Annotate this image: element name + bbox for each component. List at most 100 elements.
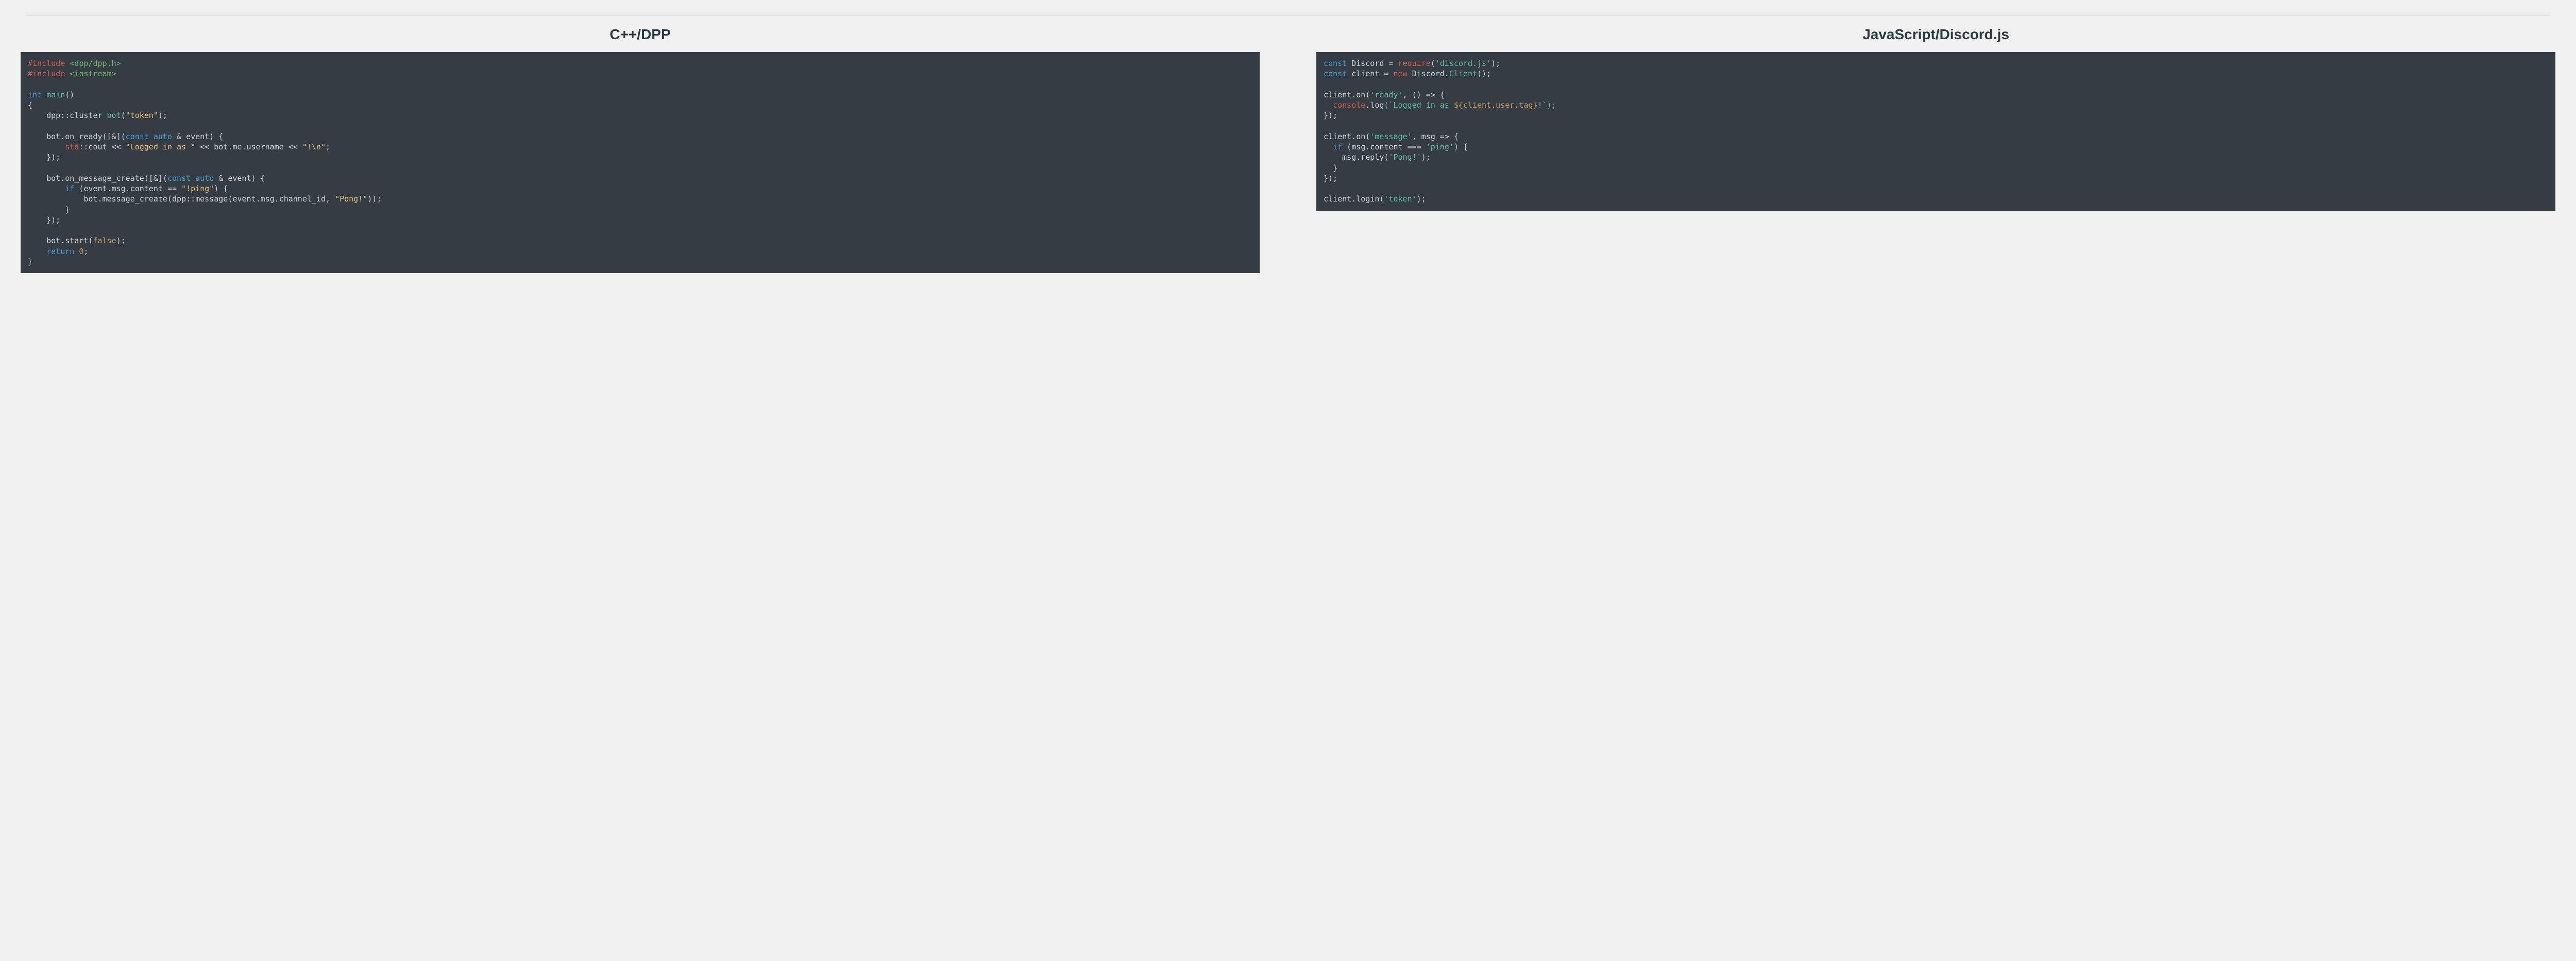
code-token: () => {: [1412, 90, 1445, 99]
code-token: "token": [126, 111, 158, 120]
code-token: <<: [284, 142, 302, 151]
code-token: <dpp/dpp.h>: [70, 59, 121, 68]
code-token: [28, 111, 46, 120]
code-token: false: [93, 236, 116, 245]
code-token: 'message': [1370, 132, 1412, 141]
code-token: ();: [1477, 69, 1491, 78]
code-token: msg.: [1342, 153, 1361, 162]
code-token: bot.: [46, 174, 65, 183]
code-token: });: [1324, 174, 1337, 183]
code-token: (: [121, 111, 126, 120]
code-token: });: [1324, 111, 1337, 120]
code-token: 'discord.js': [1435, 59, 1491, 68]
code-token: msg.content: [1351, 142, 1407, 151]
code-token: );: [1417, 194, 1426, 204]
code-token: ) {: [214, 184, 228, 193]
code-token: ) {: [251, 174, 265, 183]
code-token: );: [1491, 59, 1500, 68]
code-token: int: [28, 90, 42, 99]
code-token: [46, 205, 65, 214]
code-token: [28, 153, 46, 162]
code-token: #include: [28, 69, 65, 78]
code-token: ${: [1454, 100, 1463, 110]
code-token: ;: [326, 142, 330, 151]
code-token: (`: [1384, 100, 1393, 110]
code-token: reply: [1361, 153, 1384, 162]
code-token: login: [1356, 194, 1379, 204]
code-token: });: [46, 153, 60, 162]
column-title-cpp: C++/DPP: [21, 26, 1260, 43]
code-token: auto: [191, 174, 218, 183]
code-token: if: [1333, 142, 1342, 151]
code-token: ) {: [1454, 142, 1468, 151]
code-token: ([&](: [103, 132, 126, 141]
code-token: event: [186, 132, 209, 141]
code-js: const Discord = require('discord.js'); c…: [1316, 52, 2555, 211]
code-token: main: [46, 90, 65, 99]
code-token: cout: [88, 142, 111, 151]
code-token: [28, 142, 46, 151]
code-token: 'token': [1384, 194, 1416, 204]
code-token: [28, 184, 46, 193]
code-token: return: [46, 247, 74, 256]
code-token: const: [126, 132, 149, 141]
code-token: if: [65, 184, 74, 193]
code-token: new: [1393, 69, 1407, 78]
code-token: }: [65, 205, 70, 214]
code-token: (: [1342, 142, 1351, 151]
code-token: "!\n": [302, 142, 326, 151]
code-token: Client: [1449, 69, 1477, 78]
code-token: client.user.tag: [1463, 100, 1533, 110]
code-token: }: [1333, 163, 1337, 173]
code-token: on: [1356, 132, 1365, 141]
code-token: [28, 174, 46, 183]
code-token: event: [228, 174, 251, 183]
code-token: <iostream>: [70, 69, 116, 78]
column-js: JavaScript/Discord.js const Discord = re…: [1316, 26, 2555, 211]
code-token: ,: [1412, 132, 1421, 141]
code-token: bot.me.username: [214, 142, 283, 151]
code-token: ::: [186, 194, 195, 204]
code-token: `);: [1542, 100, 1556, 110]
code-token: ::: [60, 111, 70, 120]
code-token: const: [167, 174, 191, 183]
code-token: );: [1421, 153, 1431, 162]
code-token: client.: [1324, 194, 1356, 204]
code-token: bot.: [83, 194, 102, 204]
code-token: (: [167, 194, 172, 204]
code-token: [46, 184, 65, 193]
code-token: bot: [107, 111, 121, 120]
code-token: [1324, 142, 1333, 151]
code-token: {: [28, 100, 32, 110]
code-token: &: [218, 174, 228, 183]
code-token: client.: [1324, 132, 1356, 141]
code-token: (: [74, 184, 83, 193]
code-token: [46, 142, 65, 151]
code-token: <<: [195, 142, 214, 151]
code-token: [28, 132, 46, 141]
code-token: event.msg.channel_id: [232, 194, 326, 204]
code-token: dpp: [172, 194, 186, 204]
code-token: start: [65, 236, 88, 245]
code-token: event.msg.content: [83, 184, 167, 193]
code-token: require: [1398, 59, 1431, 68]
code-token: [28, 236, 46, 245]
code-token: Discord.: [1408, 69, 1449, 78]
code-token: "Pong!": [335, 194, 367, 204]
code-token: (: [1365, 132, 1370, 141]
horizontal-rule: [26, 15, 2550, 16]
code-token: msg => {: [1421, 132, 1459, 141]
code-token: });: [46, 215, 60, 225]
code-token: =: [1388, 59, 1398, 68]
code-token: 'ready': [1370, 90, 1402, 99]
code-token: ,: [1403, 90, 1412, 99]
code-token: [1324, 100, 1333, 110]
code-token: );: [116, 236, 126, 245]
code-token: ) {: [209, 132, 223, 141]
code-token: ::: [79, 142, 88, 151]
code-token: &: [177, 132, 186, 141]
code-token: cluster: [70, 111, 107, 120]
code-token: ;: [83, 247, 88, 256]
code-token: [46, 194, 65, 204]
code-token: (): [65, 90, 74, 99]
